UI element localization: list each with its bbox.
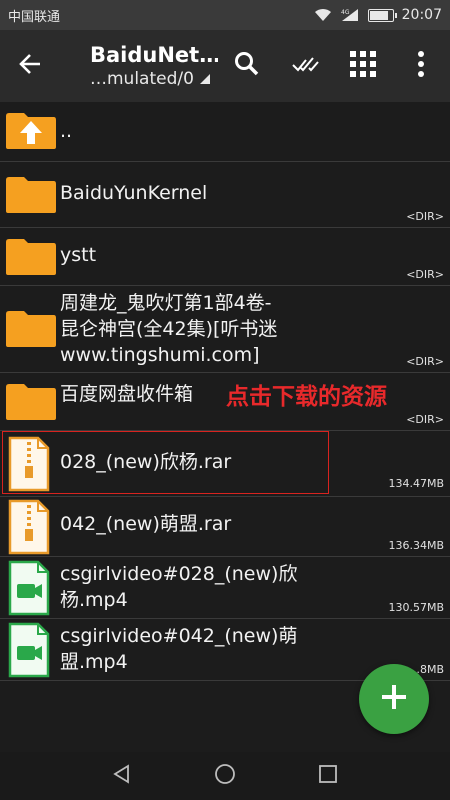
path-text: …mulated/0 bbox=[90, 69, 194, 89]
nav-recents-button[interactable] bbox=[308, 756, 348, 796]
folder-icon bbox=[4, 381, 58, 425]
file-name: csgirlvideo#042_(new)萌 盟.mp4 bbox=[60, 623, 297, 675]
list-item-archive[interactable]: 028_(new)欣杨.rar 134.47MB bbox=[0, 431, 450, 497]
nav-home-button[interactable] bbox=[205, 756, 245, 796]
toolbar: BaiduNet… …mulated/0 bbox=[0, 30, 450, 102]
folder-icon bbox=[4, 236, 58, 280]
file-name: ystt bbox=[60, 244, 97, 266]
path-selector[interactable]: BaiduNet… …mulated/0 bbox=[60, 43, 218, 89]
multi-select-icon bbox=[291, 54, 319, 78]
carrier-label: 中国联通 bbox=[8, 9, 61, 25]
file-meta: 136.34MB bbox=[388, 539, 444, 552]
file-name-line: csgirlvideo#028_(new)欣 bbox=[60, 563, 298, 585]
file-name: 042_(new)萌盟.rar bbox=[60, 513, 232, 535]
file-name: BaiduYunKernel bbox=[60, 182, 208, 204]
grid-view-icon bbox=[350, 51, 376, 81]
list-item-folder[interactable]: BaiduYunKernel <DIR> bbox=[0, 162, 450, 228]
dropdown-triangle-icon bbox=[199, 74, 210, 84]
battery-fill bbox=[369, 10, 388, 20]
search-icon bbox=[234, 51, 260, 81]
list-item-archive[interactable]: 042_(new)萌盟.rar 136.34MB bbox=[0, 497, 450, 557]
status-bar: 中国联通 4G 20:07 bbox=[0, 0, 450, 30]
file-meta: <DIR> bbox=[406, 413, 444, 426]
file-name: .. bbox=[60, 120, 73, 142]
file-name-line: csgirlvideo#042_(new)萌 bbox=[60, 625, 298, 647]
back-button[interactable] bbox=[0, 30, 60, 102]
battery-icon bbox=[367, 8, 397, 22]
folder-icon bbox=[4, 308, 58, 352]
file-name: 百度网盘收件箱 bbox=[60, 383, 194, 405]
file-meta: <DIR> bbox=[406, 210, 444, 223]
status-icons: 4G 20:07 bbox=[314, 7, 442, 23]
back-triangle-icon bbox=[112, 764, 132, 788]
list-item-folder[interactable]: ystt <DIR> bbox=[0, 228, 450, 286]
annotation-label: 点击下载的资源 bbox=[226, 384, 387, 410]
add-button[interactable] bbox=[359, 664, 429, 734]
folder-title: BaiduNet… bbox=[90, 43, 218, 67]
arrow-left-icon bbox=[18, 53, 42, 79]
archive-file-icon bbox=[8, 436, 50, 496]
file-meta: 134.47MB bbox=[388, 477, 444, 490]
status-time: 20:07 bbox=[401, 7, 442, 23]
folder-up-icon bbox=[4, 110, 58, 154]
list-item-parent[interactable]: .. bbox=[0, 102, 450, 162]
video-file-icon bbox=[8, 622, 50, 682]
file-name-line: 杨.mp4 bbox=[60, 589, 128, 611]
path-subtitle: …mulated/0 bbox=[90, 69, 218, 89]
list-item-folder[interactable]: 周建龙_鬼吹灯第1部4卷- 昆仑神宫(全42集)[听书迷 www.tingshu… bbox=[0, 286, 450, 373]
file-name-line: 周建龙_鬼吹灯第1部4卷- bbox=[60, 292, 272, 314]
nav-back-button[interactable] bbox=[102, 756, 142, 796]
file-meta: <DIR> bbox=[406, 268, 444, 281]
file-name: 周建龙_鬼吹灯第1部4卷- 昆仑神宫(全42集)[听书迷 www.tingshu… bbox=[60, 290, 390, 368]
plus-icon bbox=[379, 682, 409, 716]
file-name-line: 盟.mp4 bbox=[60, 651, 128, 673]
file-name-line: 昆仑神宫(全42集)[听书迷 bbox=[60, 318, 278, 340]
video-file-icon bbox=[8, 560, 50, 620]
file-list: .. BaiduYunKernel <DIR> ystt <DIR> 周建龙_鬼… bbox=[0, 102, 450, 681]
wifi-icon bbox=[314, 8, 332, 22]
list-item-folder[interactable]: 百度网盘收件箱 点击下载的资源 <DIR> bbox=[0, 373, 450, 431]
search-button[interactable] bbox=[218, 30, 276, 102]
file-name: 028_(new)欣杨.rar bbox=[60, 451, 232, 473]
file-meta: 130.57MB bbox=[388, 601, 444, 614]
multi-select-button[interactable] bbox=[276, 30, 334, 102]
archive-file-icon bbox=[8, 499, 50, 559]
home-circle-icon bbox=[214, 763, 236, 789]
file-meta: <DIR> bbox=[406, 355, 444, 368]
list-item-video[interactable]: csgirlvideo#028_(new)欣 杨.mp4 130.57MB bbox=[0, 557, 450, 619]
network-type-label: 4G bbox=[341, 9, 350, 16]
more-vert-icon bbox=[417, 51, 425, 81]
recents-square-icon bbox=[318, 764, 338, 788]
system-nav-bar bbox=[0, 752, 450, 800]
file-name: csgirlvideo#028_(new)欣 杨.mp4 bbox=[60, 561, 297, 613]
signal-icon: 4G bbox=[340, 8, 360, 22]
folder-icon bbox=[4, 174, 58, 218]
more-options-button[interactable] bbox=[392, 30, 450, 102]
file-name-line: www.tingshumi.com] bbox=[60, 344, 260, 366]
grid-view-button[interactable] bbox=[334, 30, 392, 102]
